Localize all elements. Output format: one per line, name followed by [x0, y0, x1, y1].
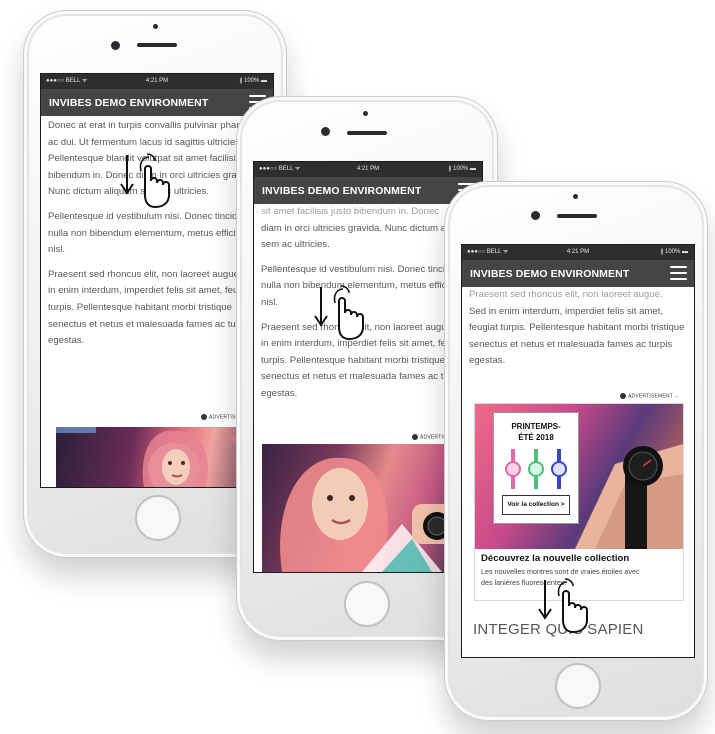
card-title: PRINTEMPS- ÉTÉ 2018 [511, 422, 561, 442]
camera-icon [531, 211, 540, 220]
app-title: INVIBES DEMO ENVIRONMENT [262, 185, 422, 197]
app-bar: INVIBES DEMO ENVIRONMENT [254, 177, 482, 204]
sensor [363, 111, 368, 116]
collection-cta-button[interactable]: Voir la collection > [502, 495, 570, 515]
app-bar: INVIBES DEMO ENVIRONMENT [462, 260, 694, 287]
speaker [557, 214, 597, 218]
clock: 4:21 PM [145, 78, 169, 84]
swipe-gesture-icon [538, 578, 588, 634]
app-title: INVIBES DEMO ENVIRONMENT [470, 268, 630, 280]
sensor [153, 24, 158, 29]
ad-icon [201, 414, 207, 420]
paragraph-partial: Praesent sed rhoncus elit, non laoreet a… [469, 289, 663, 300]
swipe-gesture-icon [120, 153, 170, 209]
ad-icon [620, 393, 626, 399]
camera-icon [321, 127, 330, 136]
sensor [573, 194, 578, 199]
status-bar: ●●●○○ BELL ᯤ 4:21 PM ∦ 100% ▬ [462, 245, 694, 260]
ad-headline[interactable]: Découvrez la nouvelle collection [481, 553, 629, 564]
battery-icon: ∦ 100% ▬ [660, 249, 688, 255]
app-title: INVIBES DEMO ENVIRONMENT [49, 97, 209, 109]
phone-3: ●●●○○ BELL ᯤ 4:21 PM ∦ 100% ▬ INVIBES DE… [444, 181, 708, 721]
home-button[interactable] [555, 663, 601, 709]
advertisement-label[interactable]: ADVERTISEMENT ⌵ [620, 393, 679, 399]
watches-icon [505, 449, 567, 489]
app-bar: INVIBES DEMO ENVIRONMENT [41, 89, 273, 116]
speaker [347, 131, 387, 135]
speaker [137, 43, 177, 47]
battery-icon: ∦ 100% ▬ [239, 78, 267, 84]
swipe-gesture-icon [314, 285, 364, 341]
hamburger-menu-icon[interactable] [670, 266, 687, 280]
camera-icon [111, 41, 120, 50]
paragraph: Sed in enim interdum, imperdiet felis si… [469, 305, 685, 367]
home-button[interactable] [344, 581, 390, 627]
status-bar: ●●●○○ BELL ᯤ 4:21 PM ∦ 100% ▬ [41, 74, 273, 89]
collection-card[interactable]: PRINTEMPS- ÉTÉ 2018 Voir la collection > [493, 412, 579, 524]
status-bar: ●●●○○ BELL ᯤ 4:21 PM ∦ 100% ▬ [254, 162, 482, 177]
article-body: Praesent sed rhoncus elit, non laoreet a… [462, 287, 694, 370]
ad-unit[interactable]: PRINTEMPS- ÉTÉ 2018 Voir la collection >… [474, 403, 684, 601]
clock: 4:21 PM [566, 249, 590, 255]
battery-icon: ∦ 100% ▬ [448, 166, 476, 172]
home-button[interactable] [135, 495, 181, 541]
ad-icon [412, 434, 418, 440]
